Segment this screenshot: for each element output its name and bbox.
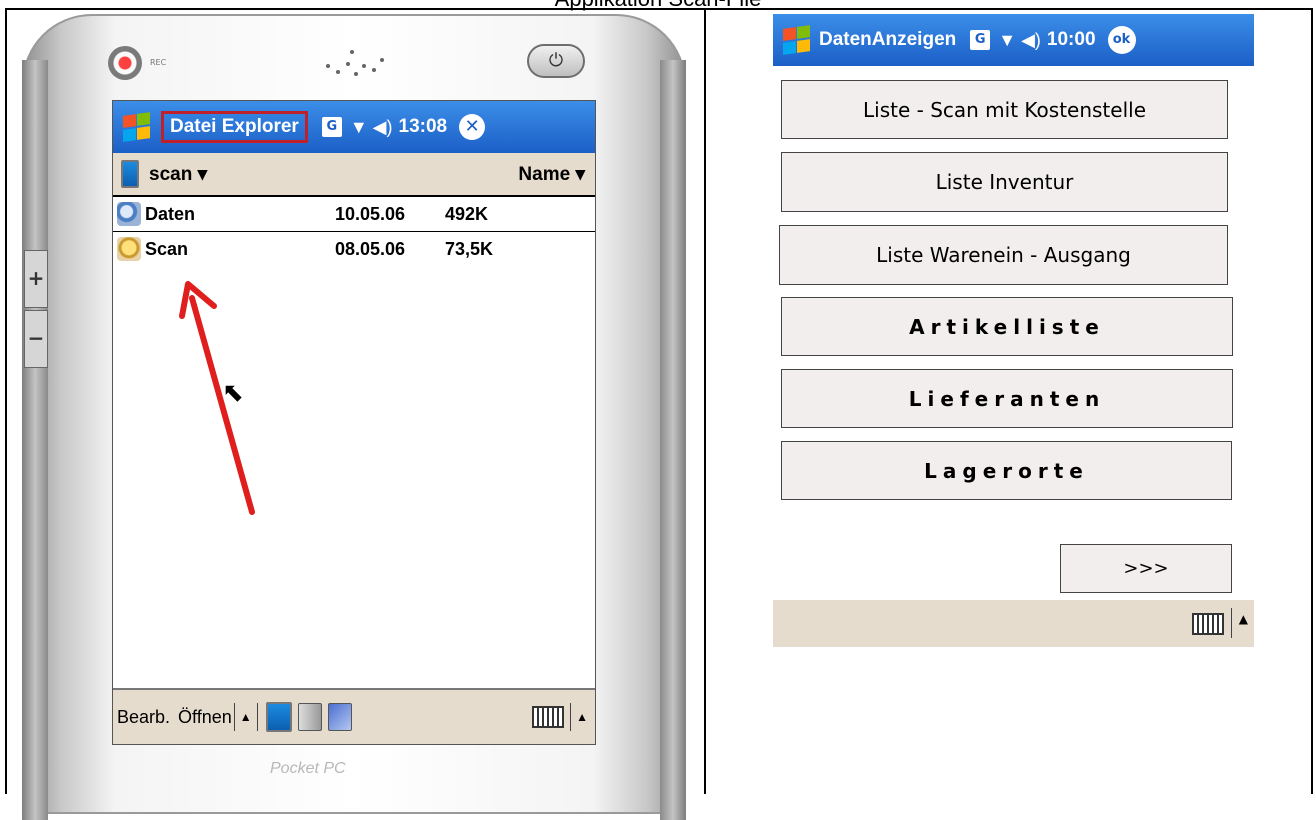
daten-anzeigen-window: DatenAnzeigen G ▼ ◀) 10:00 ok Liste - Sc…	[773, 14, 1254, 647]
separator	[1231, 608, 1232, 638]
keyboard-icon[interactable]	[1192, 613, 1224, 635]
ok-button[interactable]: ok	[1107, 26, 1136, 54]
scan-cost-center-list-button[interactable]: Liste - Scan mit Kostenstelle	[781, 80, 1228, 139]
volume-icon[interactable]: ◀)	[1021, 30, 1041, 51]
suppliers-button[interactable]: Lieferanten	[781, 369, 1233, 428]
goods-in-out-list-button[interactable]: Liste Warenein - Ausgang	[779, 225, 1228, 285]
panel-divider	[704, 8, 706, 794]
mouse-cursor-icon: ⬉	[222, 378, 244, 408]
app-titlebar: DatenAnzeigen G ▼ ◀) 10:00 ok	[773, 14, 1254, 66]
signal-icon[interactable]: ▼	[998, 30, 1016, 51]
windows-start-icon[interactable]	[779, 23, 813, 57]
input-panel-arrow-icon[interactable]: ▲	[1239, 612, 1248, 626]
app-bottom-bar: ▲	[773, 600, 1254, 647]
clock[interactable]: 10:00	[1047, 29, 1096, 51]
article-list-button[interactable]: Artikelliste	[781, 297, 1233, 356]
inventory-list-button[interactable]: Liste Inventur	[781, 152, 1228, 212]
annotation-arrow	[179, 281, 255, 515]
app-title: DatenAnzeigen	[819, 29, 957, 50]
storage-locations-button[interactable]: Lagerorte	[781, 441, 1232, 500]
next-page-button[interactable]: >>>	[1060, 544, 1232, 593]
g-network-icon[interactable]: G	[970, 30, 991, 50]
